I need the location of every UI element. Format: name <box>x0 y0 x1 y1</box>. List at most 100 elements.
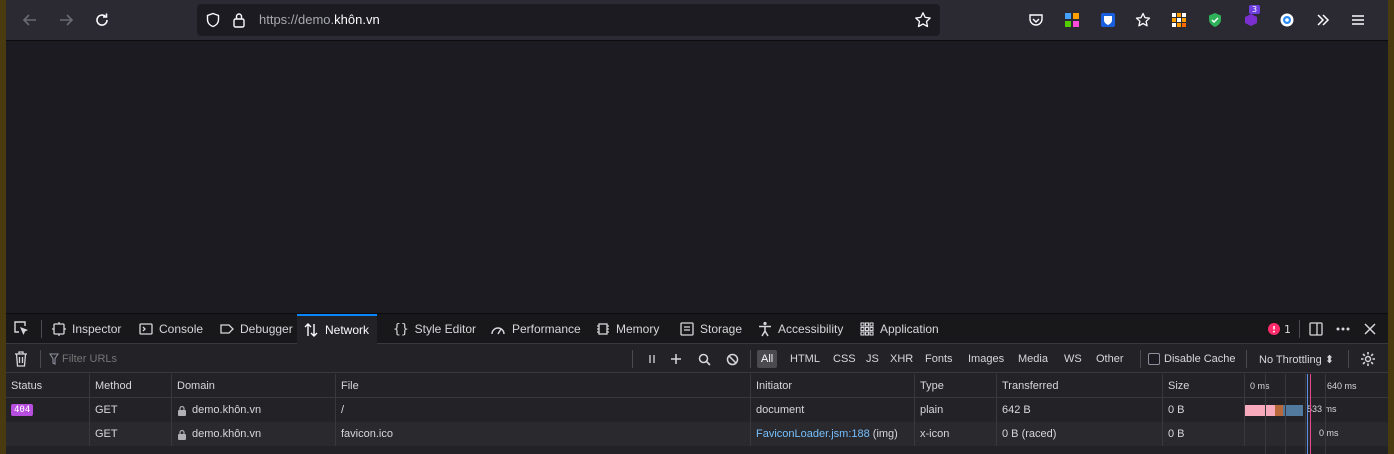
trash-icon <box>15 351 27 367</box>
error-indicator[interactable]: 1 <box>1268 314 1291 344</box>
tab-performance[interactable]: Performance <box>484 314 587 344</box>
ublock-badge-icon[interactable]: 3 <box>1241 5 1261 30</box>
dock-button[interactable] <box>1308 314 1324 344</box>
address-bar[interactable]: https://demo.khôn.vn <box>197 4 940 36</box>
timing-blocked-bar <box>1245 405 1275 416</box>
filter-css[interactable]: CSS <box>829 350 860 368</box>
waterfall-cell: 533 ms <box>1245 398 1388 422</box>
timing-wait-bar <box>1283 405 1303 416</box>
url-text[interactable]: https://demo.khôn.vn <box>259 12 380 27</box>
col-waterfall[interactable]: 0 ms 640 ms <box>1245 374 1388 398</box>
col-type[interactable]: Type <box>915 374 997 398</box>
page-content <box>6 41 1388 313</box>
throttling-label: No Throttling ⬍ <box>1259 353 1335 366</box>
overflow-chevron-icon[interactable] <box>1313 10 1333 30</box>
back-button[interactable] <box>18 8 42 32</box>
request-blocking-button[interactable] <box>722 349 742 369</box>
table-row[interactable]: 404 GET demo.khôn.vn / document plain 64… <box>6 398 1388 422</box>
filter-all[interactable]: All <box>757 350 778 368</box>
filter-label: Other <box>1096 353 1124 365</box>
tab-console[interactable]: Console <box>133 314 209 344</box>
waterfall-gridline <box>1285 374 1286 454</box>
multi-container-icon[interactable] <box>1062 10 1082 30</box>
col-initiator[interactable]: Initiator <box>751 374 915 398</box>
element-picker-button[interactable] <box>12 319 30 340</box>
bitwarden-icon[interactable] <box>1098 10 1118 30</box>
col-status[interactable]: Status <box>6 374 90 398</box>
filter-label: All <box>761 353 774 365</box>
tab-style-editor[interactable]: {} Style Editor <box>387 314 482 344</box>
filter-images[interactable]: Images <box>964 350 1008 368</box>
tab-network[interactable]: Network <box>297 314 378 344</box>
col-method[interactable]: Method <box>90 374 172 398</box>
request-domain: demo.khôn.vn <box>192 404 262 416</box>
tab-label: Console <box>159 322 204 336</box>
tab-label: Network <box>325 323 370 337</box>
col-transferred[interactable]: Transferred <box>997 374 1163 398</box>
col-label: Status <box>11 380 43 392</box>
pause-button[interactable] <box>642 349 662 369</box>
style-editor-icon: {} <box>393 321 409 337</box>
tab-debugger[interactable]: Debugger <box>214 314 299 344</box>
block-url-button[interactable] <box>666 349 686 369</box>
col-label: Method <box>95 380 132 392</box>
element-picker-icon <box>14 321 28 335</box>
disable-cache-label: Disable Cache <box>1164 353 1236 365</box>
col-domain[interactable]: Domain <box>172 374 336 398</box>
waterfall-gridline <box>1305 374 1306 454</box>
arrow-left-icon <box>22 14 36 26</box>
shield-extension-icon[interactable] <box>1205 10 1225 30</box>
tracking-protection-icon[interactable] <box>205 12 221 31</box>
filter-fonts[interactable]: Fonts <box>921 350 957 368</box>
tab-accessibility[interactable]: Accessibility <box>752 314 849 344</box>
search-button[interactable] <box>694 349 714 369</box>
tab-label: Memory <box>616 322 660 336</box>
waterfall-tick-end: 640 ms <box>1327 381 1357 391</box>
table-row[interactable]: GET demo.khôn.vn favicon.ico FaviconLoad… <box>6 422 1388 446</box>
filter-other[interactable]: Other <box>1092 350 1128 368</box>
filter-js[interactable]: JS <box>862 350 883 368</box>
extension-badge: 3 <box>1249 5 1261 14</box>
tab-label: Style Editor <box>414 322 477 336</box>
tab-application[interactable]: Application <box>854 314 945 344</box>
inspector-icon <box>52 322 66 336</box>
tab-storage[interactable]: Storage <box>674 314 748 344</box>
tab-memory[interactable]: Memory <box>590 314 665 344</box>
divider <box>1246 350 1247 368</box>
request-transferred: 642 B <box>1002 404 1031 416</box>
col-file[interactable]: File <box>336 374 751 398</box>
disable-cache-toggle[interactable]: Disable Cache <box>1148 349 1236 369</box>
tab-inspector[interactable]: Inspector <box>46 314 127 344</box>
throttling-select[interactable]: No Throttling ⬍ <box>1259 349 1334 369</box>
network-settings-button[interactable] <box>1358 349 1378 369</box>
extension-star-icon[interactable] <box>1133 10 1153 30</box>
tiles-extension-icon[interactable] <box>1169 10 1189 30</box>
filter-ws[interactable]: WS <box>1060 350 1086 368</box>
circle-extension-icon[interactable] <box>1277 10 1297 30</box>
application-icon <box>860 322 874 336</box>
request-method: GET <box>95 404 118 416</box>
more-options-button[interactable] <box>1335 314 1351 344</box>
request-file: favicon.ico <box>341 428 393 440</box>
hamburger-menu-icon[interactable] <box>1348 10 1368 30</box>
clear-requests-button[interactable] <box>14 351 28 370</box>
col-size[interactable]: Size <box>1163 374 1245 398</box>
reload-button[interactable] <box>90 8 114 32</box>
filter-html[interactable]: HTML <box>786 350 824 368</box>
divider <box>1140 350 1141 368</box>
bookmark-star-icon[interactable] <box>914 11 932 32</box>
col-label: File <box>341 380 359 392</box>
lock-icon[interactable] <box>232 12 246 31</box>
initiator-link[interactable]: FaviconLoader.jsm:188 <box>756 428 870 440</box>
divider <box>40 350 41 368</box>
filter-urls-input[interactable] <box>46 350 626 368</box>
browser-toolbar: https://demo.khôn.vn 3 <box>6 0 1388 41</box>
forward-button[interactable] <box>54 8 78 32</box>
close-devtools-button[interactable] <box>1363 314 1377 344</box>
filter-xhr[interactable]: XHR <box>886 350 917 368</box>
filter-media[interactable]: Media <box>1014 350 1052 368</box>
waterfall-cell: 0 ms <box>1245 422 1388 446</box>
pocket-icon[interactable] <box>1026 10 1046 30</box>
request-initiator: document <box>756 404 805 416</box>
disable-cache-checkbox[interactable] <box>1148 353 1160 365</box>
